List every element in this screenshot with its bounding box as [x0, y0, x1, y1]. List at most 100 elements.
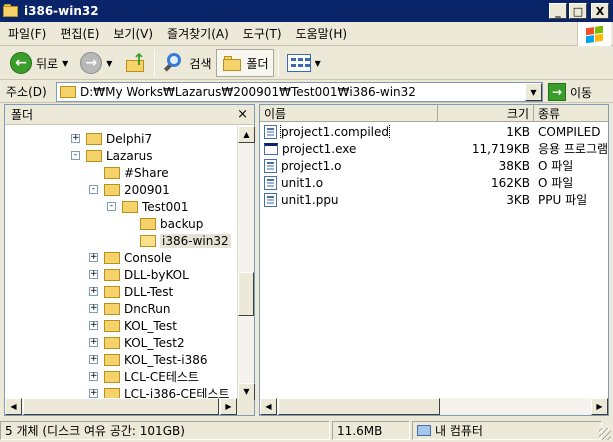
tree-item[interactable]: + LCL-CE테스트 — [89, 368, 199, 385]
address-path[interactable]: D:₩My Works₩Lazarus₩200901₩Test001₩i386-… — [80, 85, 416, 99]
tree-item[interactable]: + KOL_Test — [89, 317, 177, 334]
tree-item[interactable]: + Delphi7 — [71, 130, 152, 147]
file-row[interactable]: project1.o 38KB O 파일 — [260, 157, 608, 174]
collapse-icon[interactable]: - — [71, 151, 80, 160]
folder-pane-title: 폴더 — [11, 108, 34, 122]
views-button[interactable]: ▼ — [283, 49, 329, 77]
title-bar[interactable]: i386-win32 _ □ X — [0, 0, 613, 22]
windows-logo-icon — [577, 22, 611, 46]
maximize-button[interactable]: □ — [569, 3, 587, 19]
folder-pane-header: 폴더 × — [5, 105, 254, 125]
menu-edit[interactable]: 편집(E) — [53, 25, 106, 42]
scroll-right-button[interactable]: ▶ — [220, 398, 237, 415]
search-button[interactable]: 검색 — [159, 49, 215, 77]
back-label: 뒤로 — [36, 56, 59, 71]
file-name: unit1.o — [281, 175, 324, 190]
scroll-thumb[interactable] — [238, 272, 254, 316]
address-input[interactable]: D:₩My Works₩Lazarus₩200901₩Test001₩i386-… — [56, 82, 543, 102]
back-button[interactable]: ← 뒤로 ▼ — [6, 49, 76, 77]
folder-pane-vertical-scrollbar[interactable]: ▲ ▼ — [237, 126, 255, 400]
go-label: 이동 — [570, 85, 593, 100]
tree-item[interactable]: - Lazarus — [71, 147, 152, 164]
menu-view[interactable]: 보기(V) — [106, 25, 160, 42]
chevron-down-icon[interactable]: ▼ — [106, 59, 112, 68]
tree-item[interactable]: - 200901 — [89, 181, 170, 198]
tree-item[interactable]: + KOL_Test-i386 — [89, 351, 208, 368]
tree-item[interactable]: i386-win32 — [125, 232, 231, 249]
tree-item-label: Lazarus — [106, 148, 153, 163]
column-header-type[interactable]: 종류 — [534, 105, 608, 122]
file-name-cell: unit1.ppu — [260, 192, 438, 207]
scroll-thumb[interactable] — [23, 398, 219, 415]
menu-tools[interactable]: 도구(T) — [236, 25, 289, 42]
file-name-cell: project1.o — [260, 158, 438, 173]
status-location: 내 컴퓨터 — [412, 421, 602, 440]
expand-icon[interactable]: + — [89, 287, 98, 296]
expand-icon[interactable]: + — [89, 372, 98, 381]
expand-icon[interactable]: + — [71, 134, 80, 143]
address-dropdown-button[interactable]: ▼ — [525, 83, 542, 101]
tree-item[interactable]: - Test001 — [107, 198, 189, 215]
folder-pane-horizontal-scrollbar[interactable]: ◀ ▶ — [5, 398, 254, 415]
file-type: O 파일 — [538, 176, 574, 190]
resize-grip[interactable] — [599, 428, 611, 440]
collapse-icon[interactable]: - — [89, 185, 98, 194]
folder-icon — [3, 3, 19, 19]
open-folder-icon — [140, 234, 156, 247]
file-row[interactable]: project1.compiled 1KB COMPILED — [260, 123, 608, 140]
tree-item[interactable]: + Console — [89, 249, 172, 266]
forward-button[interactable]: → ▼ — [76, 49, 120, 77]
file-icon — [264, 192, 277, 207]
expand-icon[interactable]: + — [89, 338, 98, 347]
chevron-down-icon[interactable]: ▼ — [315, 59, 321, 68]
scroll-up-button[interactable]: ▲ — [238, 126, 255, 143]
scroll-left-button[interactable]: ◀ — [5, 398, 22, 415]
expand-icon[interactable]: + — [89, 321, 98, 330]
expand-icon[interactable]: + — [89, 389, 98, 398]
address-label: 주소(D) — [6, 85, 47, 99]
scroll-thumb[interactable] — [278, 398, 440, 415]
scrollbar-corner — [237, 398, 254, 415]
tree-item[interactable]: + DLL-Test — [89, 283, 173, 300]
tree-item[interactable]: #Share — [89, 164, 169, 181]
tree-item-label: DncRun — [124, 301, 171, 316]
file-row[interactable]: unit1.o 162KB O 파일 — [260, 174, 608, 191]
folder-icon — [104, 285, 120, 298]
column-header-size[interactable]: 크기 — [438, 105, 534, 122]
expand-icon[interactable]: + — [89, 270, 98, 279]
menu-favorites[interactable]: 즐겨찾기(A) — [160, 25, 236, 42]
collapse-icon[interactable]: - — [107, 202, 116, 211]
close-icon[interactable]: × — [237, 107, 248, 122]
file-size: 1KB — [506, 124, 530, 139]
column-header-name[interactable]: 이름 — [260, 105, 438, 122]
expand-icon[interactable]: + — [89, 304, 98, 313]
tree-item[interactable]: backup — [125, 215, 203, 232]
tree-item[interactable]: + DncRun — [89, 300, 170, 317]
minimize-button[interactable]: _ — [549, 3, 567, 19]
file-row[interactable]: project1.exe 11,719KB 응용 프로그램 — [260, 140, 608, 157]
back-arrow-icon: ← — [10, 52, 32, 74]
expand-icon[interactable]: + — [89, 355, 98, 364]
expand-icon[interactable]: + — [89, 253, 98, 262]
scroll-right-button[interactable]: ▶ — [591, 398, 608, 415]
file-size: 162KB — [490, 175, 530, 190]
menu-help[interactable]: 도움말(H) — [289, 25, 355, 42]
menu-file[interactable]: 파일(F) — [0, 25, 53, 42]
tree-item[interactable]: + KOL_Test2 — [89, 334, 185, 351]
close-button[interactable]: X — [591, 3, 609, 19]
go-button[interactable]: → 이동 — [548, 83, 592, 101]
file-name-cell: unit1.o — [260, 175, 438, 190]
file-list-horizontal-scrollbar[interactable]: ◀ ▶ — [260, 398, 608, 415]
toolbar: ← 뒤로 ▼ → ▼ ↑ 검색 폴더 ▼ — [0, 47, 613, 80]
window-title: i386-win32 — [24, 4, 99, 18]
chevron-down-icon[interactable]: ▼ — [62, 59, 68, 68]
column-headers: 이름 크기 종류 — [260, 105, 608, 122]
scroll-left-button[interactable]: ◀ — [260, 398, 277, 415]
folder-icon — [104, 268, 120, 281]
tree-item[interactable]: + DLL-byKOL — [89, 266, 189, 283]
up-button[interactable]: ↑ — [120, 49, 150, 77]
folders-button[interactable]: 폴더 — [215, 49, 274, 77]
file-icon — [264, 124, 277, 139]
file-row[interactable]: unit1.ppu 3KB PPU 파일 — [260, 191, 608, 208]
